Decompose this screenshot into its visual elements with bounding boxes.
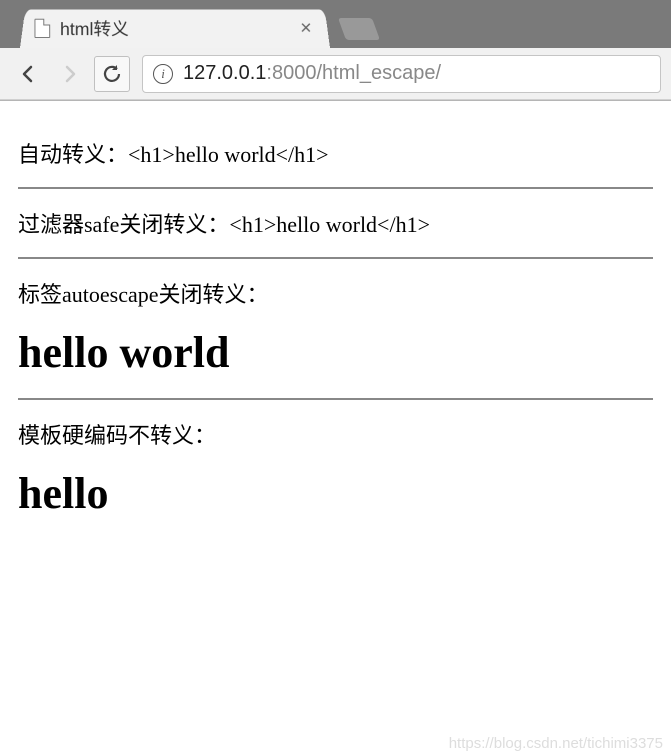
- reload-button[interactable]: [94, 56, 130, 92]
- heading-hello: hello: [18, 468, 653, 519]
- value: <h1>hello world</h1>: [229, 212, 430, 237]
- divider: [18, 187, 653, 189]
- value: <h1>hello world</h1>: [128, 142, 329, 167]
- info-icon[interactable]: i: [153, 64, 173, 84]
- label: 自动转义：: [18, 142, 128, 167]
- line-auto-escape: 自动转义：<h1>hello world</h1>: [18, 137, 653, 169]
- address-bar[interactable]: i 127.0.0.1:8000/html_escape/: [142, 55, 661, 93]
- url-text: 127.0.0.1:8000/html_escape/: [183, 62, 441, 85]
- url-host: 127.0.0.1: [183, 62, 266, 84]
- url-path: /html_escape/: [316, 62, 441, 84]
- close-icon[interactable]: ×: [296, 17, 315, 39]
- new-tab-button[interactable]: [338, 18, 380, 40]
- forward-button[interactable]: [52, 56, 88, 92]
- label: 标签autoescape关闭转义：: [18, 282, 269, 307]
- divider: [18, 398, 653, 400]
- tab-bar: html转义 ×: [0, 0, 671, 48]
- back-button[interactable]: [10, 56, 46, 92]
- line-hardcoded: 模板硬编码不转义：: [18, 418, 653, 450]
- browser-chrome: html转义 × i 127.0.0.1:8000/html_escape/: [0, 0, 671, 101]
- browser-tab[interactable]: html转义 ×: [20, 9, 330, 48]
- heading-hello-world: hello world: [18, 327, 653, 378]
- url-port: :8000: [266, 62, 316, 84]
- line-autoescape-off: 标签autoescape关闭转义：: [18, 277, 653, 309]
- watermark: https://blog.csdn.net/tichimi3375: [449, 735, 663, 752]
- label: 模板硬编码不转义：: [18, 423, 216, 448]
- file-icon: [34, 19, 50, 38]
- line-safe-filter: 过滤器safe关闭转义：<h1>hello world</h1>: [18, 207, 653, 239]
- page-content: 自动转义：<h1>hello world</h1> 过滤器safe关闭转义：<h…: [0, 101, 671, 557]
- divider: [18, 257, 653, 259]
- label: 过滤器safe关闭转义：: [18, 212, 229, 237]
- tab-title: html转义: [60, 16, 296, 41]
- toolbar: i 127.0.0.1:8000/html_escape/: [0, 48, 671, 100]
